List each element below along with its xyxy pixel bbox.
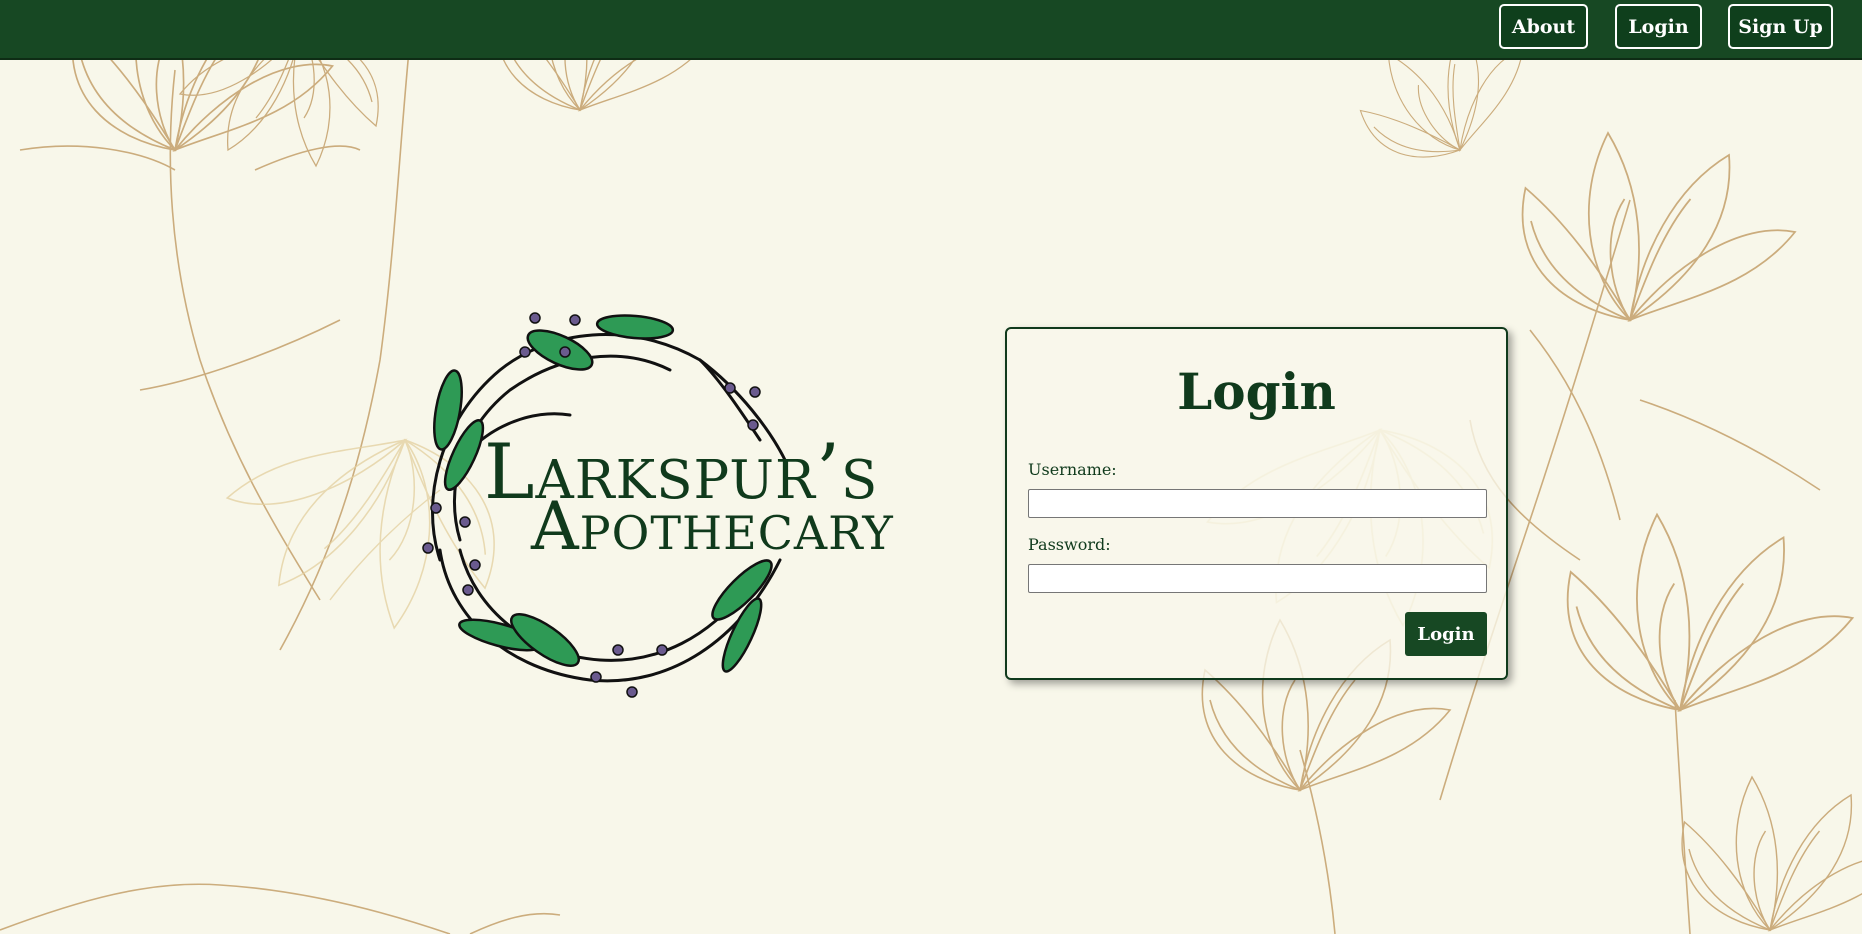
- username-input[interactable]: [1028, 489, 1487, 518]
- password-label: Password:: [1028, 535, 1111, 554]
- login-submit-button[interactable]: Login: [1405, 612, 1487, 656]
- login-card: Login Username: Password: Login: [1005, 327, 1508, 680]
- logo-text-line2: Apothecary: [531, 488, 894, 565]
- password-input[interactable]: [1028, 564, 1487, 593]
- brand-logo: Larkspur’s Apothecary: [400, 300, 900, 720]
- about-button[interactable]: About: [1499, 4, 1588, 49]
- top-navbar: About Login Sign Up: [0, 0, 1862, 60]
- username-label: Username:: [1028, 460, 1117, 479]
- signup-button[interactable]: Sign Up: [1728, 4, 1833, 49]
- floral-background-art: [0, 0, 1862, 934]
- nav-login-button[interactable]: Login: [1615, 4, 1702, 49]
- login-title: Login: [1177, 362, 1336, 421]
